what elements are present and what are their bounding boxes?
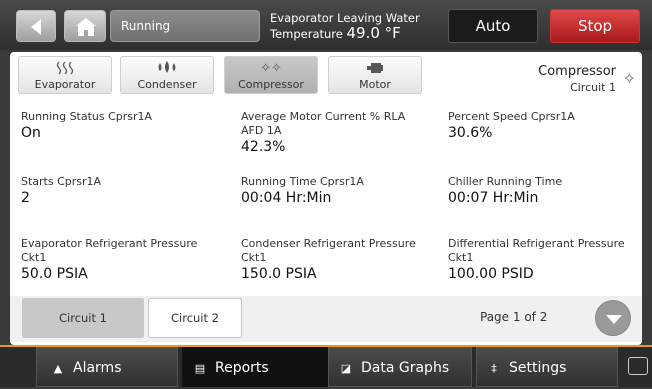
graph-icon: ◪ (340, 362, 352, 375)
reading-value: 30.6% (448, 125, 493, 141)
back-arrow-icon (31, 19, 41, 35)
nav-alarms[interactable]: ▲ Alarms (36, 347, 178, 387)
sliders-icon: ‡ (491, 362, 497, 375)
evap-temp-line: Temperature 49.0 °F (270, 26, 430, 42)
page-indicator: Page 1 of 2 (480, 310, 548, 324)
home-button[interactable] (64, 10, 106, 42)
tab-condenser[interactable]: Condenser (120, 56, 214, 94)
reading-value: 150.0 PSIA (241, 266, 317, 282)
evaporator-icon (19, 60, 111, 78)
nav-label: Data Graphs (361, 360, 450, 376)
reading-label: Starts Cprsr1A (21, 175, 102, 188)
reading-value: On (21, 125, 41, 141)
reading-value: 42.3% (241, 139, 286, 155)
component-subtitle: Circuit 1 (570, 81, 616, 94)
reading-value: 00:04 Hr:Min (241, 190, 332, 206)
compressor-icon: ✧✧ (260, 61, 282, 76)
component-header: Compressor Circuit 1 (538, 64, 616, 96)
nav-reports[interactable]: ▤ Reports (182, 347, 328, 387)
reading-label-2: Ckt1 (21, 251, 47, 264)
reading-label: Percent Speed Cprsr1A (448, 110, 575, 123)
next-page-button[interactable] (595, 300, 631, 336)
reading-label: Condenser Refrigerant Pressure (241, 237, 416, 250)
reading-running-status: Running Status Cprsr1A On (21, 110, 152, 142)
tab-label: Evaporator (34, 78, 96, 91)
circuit-2-button[interactable]: Circuit 2 (148, 298, 242, 338)
running-status: Running (110, 10, 260, 42)
reading-value: 00:07 Hr:Min (448, 190, 539, 206)
document-icon: ▤ (194, 362, 206, 375)
nav-data-graphs[interactable]: ◪ Data Graphs (328, 347, 472, 387)
component-title: Compressor (538, 64, 616, 79)
stop-button[interactable]: Stop (550, 9, 640, 43)
reading-label: Running Time Cprsr1A (241, 175, 364, 188)
evap-temp-value: 49.0 °F (346, 24, 401, 42)
reading-label: Differential Refrigerant Pressure (448, 237, 625, 250)
reading-label: Average Motor Current % RLA (241, 110, 406, 123)
reading-chiller-running-time: Chiller Running Time 00:07 Hr:Min (448, 175, 562, 207)
auto-button[interactable]: Auto (448, 9, 538, 43)
tab-evaporator[interactable]: Evaporator (18, 56, 112, 94)
reading-starts: Starts Cprsr1A 2 (21, 175, 101, 207)
evaporator-leaving-water-temp: Evaporator Leaving Water Temperature 49.… (270, 11, 430, 42)
evap-temp-prefix: Temperature (270, 27, 343, 41)
reading-percent-speed: Percent Speed Cprsr1A 30.6% (448, 110, 575, 142)
motor-icon (329, 60, 421, 78)
reading-label: Evaporator Refrigerant Pressure (21, 237, 198, 250)
reading-condenser-refrigerant-pressure: Condenser Refrigerant Pressure Ckt1 150.… (241, 237, 416, 283)
reading-average-motor-current: Average Motor Current % RLA AFD 1A 42.3% (241, 110, 405, 156)
reading-value: 100.00 PSID (448, 266, 534, 282)
home-icon (76, 18, 96, 36)
reading-value: 2 (21, 190, 30, 206)
reading-label-2: AFD 1A (241, 124, 282, 137)
condenser-icon (121, 60, 213, 78)
tab-label: Compressor (238, 78, 304, 91)
reading-evaporator-refrigerant-pressure: Evaporator Refrigerant Pressure Ckt1 50.… (21, 237, 197, 283)
nav-settings[interactable]: ‡ Settings (476, 347, 618, 387)
reading-differential-refrigerant-pressure: Differential Refrigerant Pressure Ckt1 1… (448, 237, 625, 283)
tab-label: Condenser (137, 78, 197, 91)
bell-icon: ▲ (53, 362, 63, 375)
reading-label: Chiller Running Time (448, 175, 563, 188)
tab-compressor[interactable]: ✧✧ Compressor (224, 56, 318, 94)
nav-label: Alarms (73, 360, 122, 376)
reading-label-2: Ckt1 (241, 251, 267, 264)
nav-label: Settings (509, 360, 567, 376)
reading-label-2: Ckt1 (448, 251, 474, 264)
reading-label: Running Status Cprsr1A (21, 110, 153, 123)
compressor-icon: ✧ (622, 69, 636, 88)
tab-motor[interactable]: Motor (328, 56, 422, 94)
circuit-1-button[interactable]: Circuit 1 (22, 298, 144, 338)
message-icon[interactable] (628, 357, 648, 375)
reading-value: 50.0 PSIA (21, 266, 88, 282)
tab-label: Motor (359, 78, 391, 91)
reading-running-time: Running Time Cprsr1A 00:04 Hr:Min (241, 175, 364, 207)
back-button[interactable] (16, 10, 56, 42)
nav-label: Reports (215, 360, 269, 376)
